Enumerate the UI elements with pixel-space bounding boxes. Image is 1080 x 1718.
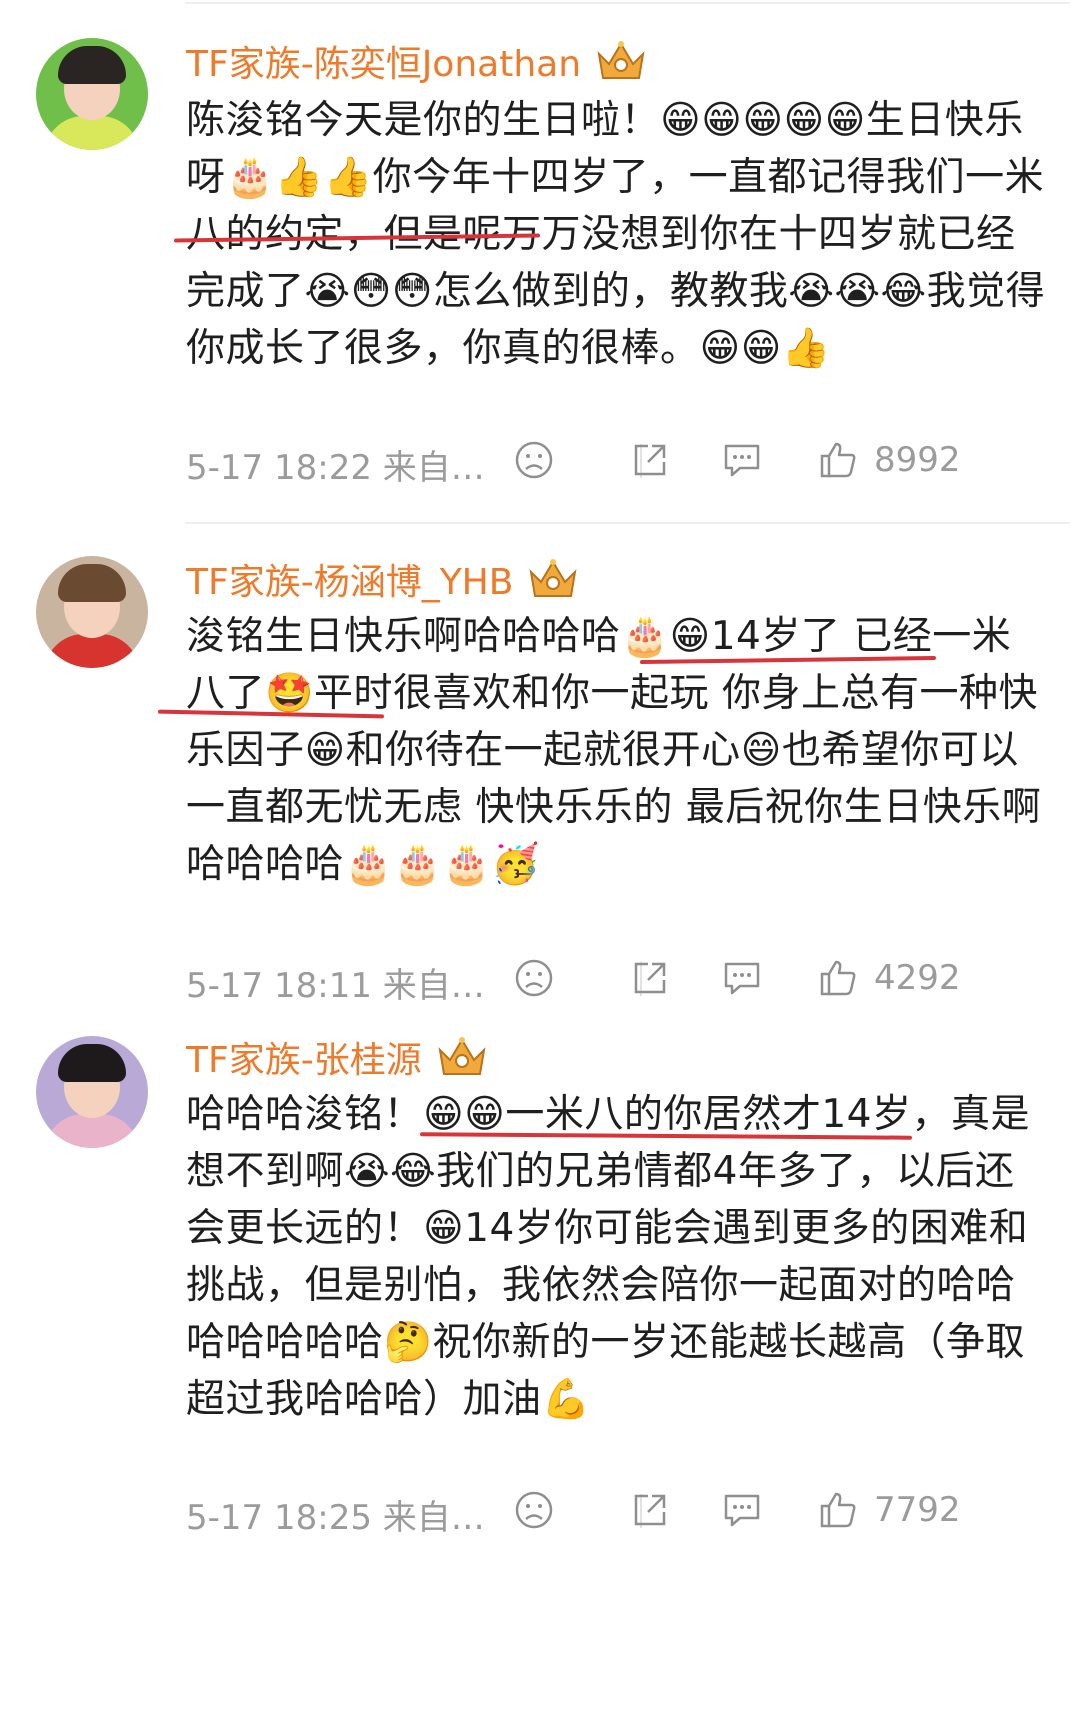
dislike-face-icon[interactable]	[512, 956, 556, 1000]
comment-text: 浚铭生日快乐啊哈哈哈哈🎂😁14岁了 已经一米八了🤩平时很喜欢和你一起玩 你身上总…	[186, 614, 1042, 887]
username[interactable]: TF家族-陈奕恒Jonathan	[186, 35, 581, 87]
comment-header: TF家族-张桂源	[186, 1030, 490, 1084]
crown-badge-icon	[529, 559, 577, 597]
like-count: 4292	[874, 958, 961, 998]
thumbs-up-icon[interactable]	[816, 956, 860, 1000]
avatar[interactable]	[36, 1036, 148, 1148]
comment-bubble-icon[interactable]	[720, 956, 764, 1000]
repost-icon[interactable]	[628, 438, 672, 482]
crown-badge-icon	[438, 1037, 486, 1075]
comment-item: TF家族-张桂源 哈哈哈浚铭！😁😁一米八的你居然才14岁，真是想不到啊😭😂我们的…	[0, 1030, 1080, 1630]
comment-timestamp: 5-17 18:22 来自…	[186, 448, 485, 488]
comment-item: TF家族-杨涵博_YHB 浚铭生日快乐啊哈哈哈哈🎂😁14岁了 已经一米八了🤩平时…	[0, 530, 1080, 1030]
thumbs-up-icon[interactable]	[816, 1488, 860, 1532]
like-count: 8992	[874, 440, 961, 480]
thumbs-up-icon[interactable]	[816, 438, 860, 482]
dislike-face-icon[interactable]	[512, 1488, 556, 1532]
comment-divider	[185, 522, 1070, 524]
comment-actions: 5-17 18:25 来自… 7792	[0, 1480, 1080, 1540]
comment-actions: 5-17 18:22 来自… 8992	[0, 430, 1080, 490]
comment-timestamp: 5-17 18:25 来自…	[186, 1498, 485, 1538]
comment-bubble-icon[interactable]	[720, 1488, 764, 1532]
avatar[interactable]	[36, 38, 148, 150]
username[interactable]: TF家族-张桂源	[186, 1031, 422, 1083]
username[interactable]: TF家族-杨涵博_YHB	[186, 553, 513, 605]
repost-icon[interactable]	[628, 956, 672, 1000]
dislike-face-icon[interactable]	[512, 438, 556, 482]
like-count: 7792	[874, 1490, 961, 1530]
avatar[interactable]	[36, 556, 148, 668]
comment-timestamp: 5-17 18:11 来自…	[186, 966, 485, 1006]
crown-badge-icon	[597, 41, 645, 79]
repost-icon[interactable]	[628, 1488, 672, 1532]
comment-text: 陈浚铭今天是你的生日啦！😁😁😁😁😁生日快乐呀🎂👍👍你今年十四岁了，一直都记得我们…	[186, 98, 1046, 371]
comment-actions: 5-17 18:11 来自… 4292	[0, 948, 1080, 1008]
comment-item: TF家族-陈奕恒Jonathan 陈浚铭今天是你的生日啦！😁😁😁😁😁生日快乐呀🎂…	[0, 0, 1080, 520]
comment-bubble-icon[interactable]	[720, 438, 764, 482]
comment-header: TF家族-陈奕恒Jonathan	[186, 34, 649, 88]
comment-header: TF家族-杨涵博_YHB	[186, 552, 581, 606]
